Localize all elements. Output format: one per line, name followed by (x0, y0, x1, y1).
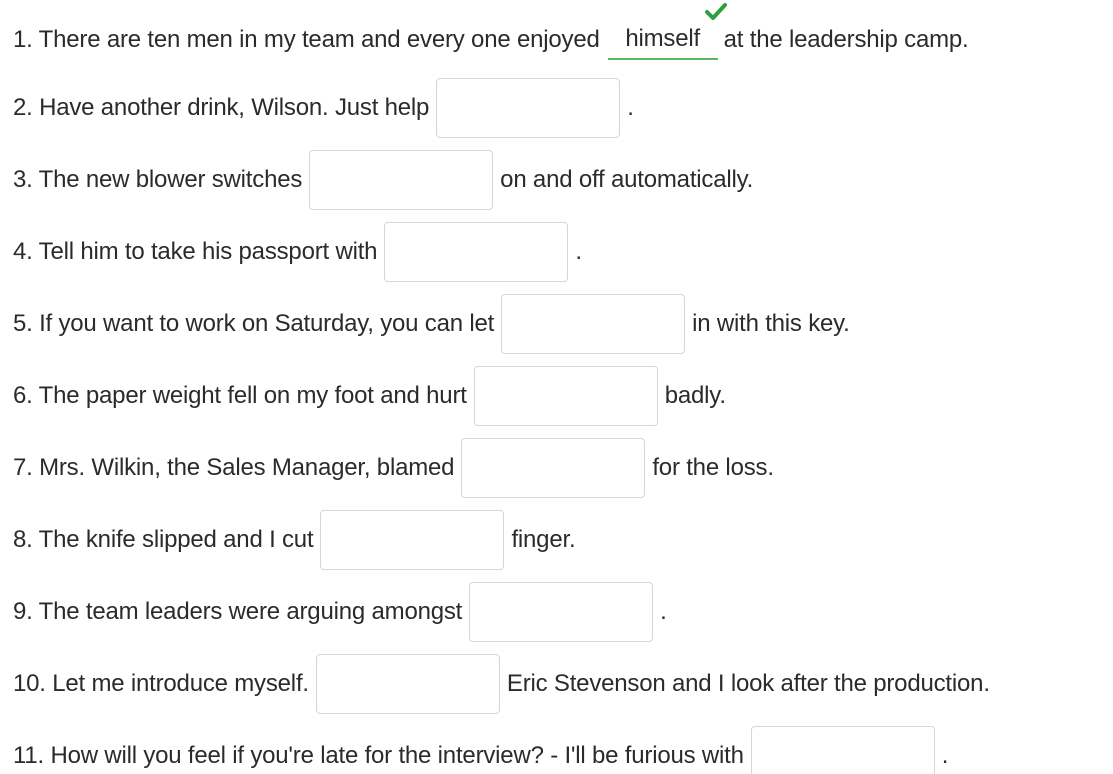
answer-field[interactable] (469, 582, 654, 642)
answer-field[interactable]: himself (607, 3, 727, 60)
question-8: 8. The knife slipped and I cut finger. (13, 509, 576, 571)
question-text: 6. The paper weight fell on my foot and … (13, 382, 467, 409)
answer-field[interactable] (436, 78, 621, 138)
fill-in-exercise: 1. There are ten men in my team and ever… (0, 0, 1113, 774)
answer-field[interactable] (309, 150, 494, 210)
question-7: 7. Mrs. Wilkin, the Sales Manager, blame… (13, 437, 774, 499)
question-text: 4. Tell him to take his passport with (13, 238, 378, 265)
answer-field[interactable] (473, 366, 658, 426)
question-10: 10. Let me introduce myself. Eric Steven… (13, 653, 990, 715)
question-text-after: . (575, 238, 582, 265)
question-2: 2. Have another drink, Wilson. Just help… (13, 77, 634, 139)
question-text: 1. There are ten men in my team and ever… (13, 26, 600, 53)
answer-value: himself (625, 25, 700, 52)
question-1: 1. There are ten men in my team and ever… (13, 3, 969, 71)
answer-field[interactable] (384, 222, 569, 282)
question-11: 11. How will you feel if you're late for… (13, 725, 948, 774)
question-text: 3. The new blower switches (13, 166, 303, 193)
question-text: 2. Have another drink, Wilson. Just help (13, 94, 430, 121)
question-5: 5. If you want to work on Saturday, you … (13, 293, 850, 355)
question-text-after: at the leadership camp. (723, 26, 969, 53)
answer-field[interactable] (501, 294, 686, 354)
question-text-after: in with this key. (692, 310, 850, 337)
question-4: 4. Tell him to take his passport with . (13, 221, 582, 283)
answer-field[interactable] (315, 654, 500, 714)
checkmark-icon (704, 3, 727, 20)
question-6: 6. The paper weight fell on my foot and … (13, 365, 726, 427)
question-text-after: . (941, 742, 949, 769)
answer-field[interactable] (461, 438, 646, 498)
question-text-after: Eric Stevenson and I look after the prod… (506, 670, 990, 697)
question-text: 8. The knife slipped and I cut (13, 526, 314, 553)
question-text-after: for the loss. (652, 454, 774, 481)
question-3: 3. The new blower switches on and off au… (13, 149, 753, 211)
question-text-after: . (627, 94, 634, 121)
question-text-after: . (660, 598, 667, 625)
question-text-after: finger. (511, 526, 576, 553)
question-text: 11. How will you feel if you're late for… (13, 742, 744, 769)
question-text-after: on and off automatically. (500, 166, 754, 193)
question-text: 9. The team leaders were arguing amongst (13, 598, 463, 625)
question-9: 9. The team leaders were arguing amongst… (13, 581, 667, 643)
question-text: 5. If you want to work on Saturday, you … (13, 310, 495, 337)
question-text: 7. Mrs. Wilkin, the Sales Manager, blame… (13, 454, 455, 481)
question-text-after: badly. (664, 382, 726, 409)
answer-field[interactable] (320, 510, 505, 570)
question-text: 10. Let me introduce myself. (13, 670, 309, 697)
answer-field[interactable] (750, 726, 935, 774)
